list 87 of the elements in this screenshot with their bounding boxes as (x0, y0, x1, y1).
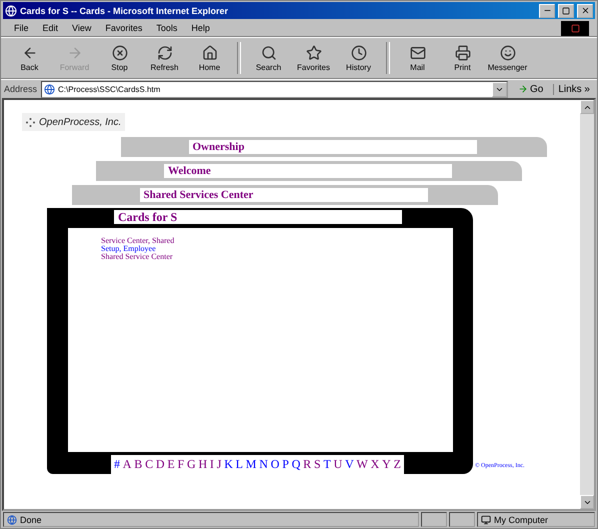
arrow-right-icon (66, 44, 82, 60)
star-icon (306, 44, 322, 60)
scrollbar[interactable] (580, 100, 594, 509)
tab[interactable]: Shared Services Center (72, 185, 498, 205)
scroll-up-button[interactable] (580, 100, 594, 114)
address-label: Address (4, 84, 38, 94)
toolbar-button[interactable]: Messenger (485, 39, 530, 77)
windows-logo-icon (561, 20, 589, 36)
letter-link[interactable]: Q (292, 457, 300, 472)
page-icon (7, 514, 17, 524)
letter-link[interactable]: T (323, 457, 331, 472)
menu-item[interactable]: File (9, 23, 34, 33)
toolbar-button[interactable]: Stop (97, 39, 142, 77)
printer-icon (454, 44, 470, 60)
letter-link[interactable]: P (282, 457, 289, 472)
card-link[interactable]: Shared Service Center (101, 253, 453, 261)
search-icon (260, 44, 276, 60)
page-icon (44, 84, 56, 94)
tab[interactable]: Welcome (96, 161, 522, 181)
menu-item[interactable]: Favorites (100, 23, 148, 33)
tab-label: Ownership (188, 140, 476, 154)
maximize-icon (562, 6, 570, 14)
letter-link[interactable]: N (259, 457, 268, 472)
zone-text: My Computer (494, 514, 548, 524)
dropdown-button[interactable] (492, 82, 507, 96)
letter-link[interactable]: M (246, 457, 256, 472)
toolbar-button[interactable]: Favorites (291, 39, 336, 77)
letter-link[interactable]: I (210, 457, 214, 472)
letter-link[interactable]: # (114, 457, 120, 472)
smiley-icon (500, 44, 516, 60)
scroll-down-button[interactable] (580, 495, 594, 509)
letter-link[interactable]: W (356, 457, 368, 472)
menu-item[interactable]: View (67, 23, 96, 33)
menu-item[interactable]: Tools (151, 23, 182, 33)
mail-icon (410, 44, 426, 60)
menu-item[interactable]: Help (186, 23, 215, 33)
letter-link[interactable]: H (198, 457, 208, 472)
company-logo: OpenProcess, Inc. (22, 113, 125, 131)
toolbar-button[interactable]: Search (246, 39, 291, 77)
address-field[interactable]: C:\Process\SSC\CardsS.htm (41, 80, 508, 98)
letter-link[interactable]: X (370, 457, 380, 472)
links-button[interactable]: Links » (553, 84, 594, 94)
letter-link[interactable]: Y (382, 457, 391, 472)
maximize-button[interactable] (558, 4, 574, 18)
letter-link[interactable]: V (345, 457, 354, 472)
card-title: Cards for S (114, 210, 402, 224)
status-text: Done (20, 514, 42, 524)
tab-label: Shared Services Center (140, 188, 428, 202)
home-icon (202, 44, 218, 60)
letter-link[interactable]: F (178, 457, 184, 472)
close-button[interactable] (577, 4, 593, 18)
arrow-right-icon (518, 84, 528, 94)
letter-link[interactable]: S (314, 457, 321, 472)
toolbar-button[interactable]: Home (187, 39, 232, 77)
letter-link[interactable]: L (236, 457, 243, 472)
letter-link[interactable]: O (270, 457, 280, 472)
card-link[interactable]: Service Center, Shared (101, 237, 453, 245)
letter-link[interactable]: E (167, 457, 175, 472)
tab-label: Welcome (164, 164, 452, 178)
card-link[interactable]: Setup, Employee (101, 245, 453, 253)
menu-item[interactable]: Edit (38, 23, 64, 33)
letter-link[interactable]: B (134, 457, 142, 472)
minimize-button[interactable] (539, 4, 555, 18)
x-circle-icon (112, 44, 128, 60)
letter-link[interactable]: Z (394, 457, 401, 472)
letter-link[interactable]: A (122, 457, 132, 472)
toolbar-button[interactable]: History (336, 39, 381, 77)
letter-link[interactable]: G (186, 457, 196, 472)
letter-link[interactable]: D (156, 457, 165, 472)
letter-link[interactable]: U (334, 457, 342, 472)
close-icon (580, 6, 590, 15)
toolbar-button[interactable]: Print (440, 39, 485, 77)
toolbar-button[interactable]: Mail (395, 39, 440, 77)
clock-icon (350, 44, 366, 60)
toolbar-button[interactable]: Back (7, 39, 52, 77)
go-button[interactable]: Go (512, 84, 550, 94)
letter-link[interactable]: C (145, 457, 154, 472)
letter-link[interactable]: R (303, 457, 312, 472)
refresh-icon (156, 44, 172, 60)
letter-link[interactable]: K (224, 457, 233, 472)
computer-icon (481, 514, 491, 524)
logo-icon (25, 116, 36, 128)
toolbar-button[interactable]: Refresh (142, 39, 187, 77)
tab[interactable]: Ownership (120, 137, 546, 157)
window-title: Cards for S -- Cards - Microsoft Internet Explorer (20, 6, 230, 16)
letter-link[interactable]: J (216, 457, 222, 472)
browser-icon (5, 4, 17, 16)
